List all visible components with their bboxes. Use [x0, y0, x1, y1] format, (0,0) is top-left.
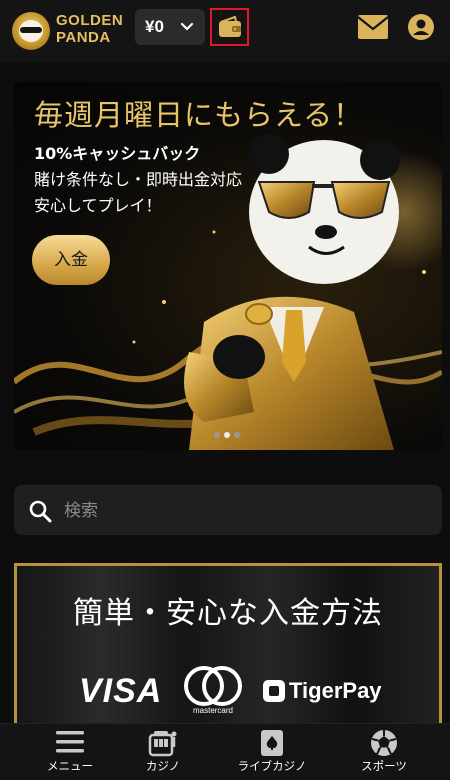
nav-item-casino[interactable]: カジノ — [107, 724, 219, 780]
payment-methods-section: 簡単・安心な入金方法 VISA mastercard TigerPay — [14, 563, 442, 728]
balance-value: ¥0 — [145, 17, 164, 36]
carousel-dot[interactable] — [214, 432, 220, 438]
promo-banner[interactable]: 毎週月曜日にもらえる！ 10%キャッシュバック 賭け条件なし・即時出金対応 安心… — [14, 82, 442, 450]
search-icon — [29, 500, 52, 523]
wallet-button[interactable] — [210, 8, 249, 46]
banner-tagline-text: 安心してプレイ！ — [34, 196, 162, 215]
balance-select[interactable]: ¥0 — [135, 9, 205, 45]
nav-label-casino: カジノ — [145, 759, 181, 773]
logo-line-2: PANDA — [56, 29, 111, 46]
slot-machine-icon — [148, 731, 177, 757]
nav-label-live-casino: ライブカジノ — [237, 759, 307, 773]
mastercard-logo: mastercard — [182, 666, 244, 718]
playing-card-icon — [261, 730, 283, 756]
banner-terms-text: 賭け条件なし・即時出金対応 — [34, 170, 243, 189]
header: GOLDEN PANDA ¥0 — [0, 0, 450, 62]
nav-label-sports: スポーツ — [361, 759, 407, 773]
search-input[interactable] — [62, 495, 426, 527]
nav-item-sports[interactable]: スポーツ — [328, 724, 440, 780]
soccer-ball-icon — [371, 730, 397, 756]
tigerpay-icon — [263, 680, 285, 702]
tigerpay-label: TigerPay — [289, 678, 382, 703]
carousel-dots — [214, 423, 254, 438]
visa-logo: VISA — [79, 672, 163, 710]
logo-line-1: GOLDEN — [56, 12, 124, 29]
banner-title: 毎週月曜日にもらえる！ — [34, 98, 364, 132]
bottom-nav: メニュー カジノ ライブカジノ スポーツ — [0, 723, 450, 780]
logo-text: GOLDEN PANDA — [56, 12, 136, 46]
banner-cashback-text: 10%キャッシュバック — [34, 144, 201, 163]
carousel-dot-active[interactable] — [224, 432, 230, 438]
carousel-dot[interactable] — [234, 432, 240, 438]
mastercard-label: mastercard — [192, 706, 233, 715]
payment-title: 簡単・安心な入金方法 — [73, 596, 383, 631]
deposit-button[interactable]: 入金 — [32, 235, 110, 285]
chevron-down-icon — [180, 22, 194, 31]
wallet-icon — [219, 15, 241, 37]
account-icon[interactable] — [407, 13, 435, 41]
nav-item-live-casino[interactable]: ライブカジノ — [216, 724, 328, 780]
search-bar — [14, 485, 442, 535]
mail-icon[interactable] — [357, 14, 389, 40]
menu-icon — [56, 731, 84, 753]
panda-logo-icon — [12, 12, 50, 50]
golden-panda-logo[interactable]: GOLDEN PANDA — [12, 10, 132, 50]
